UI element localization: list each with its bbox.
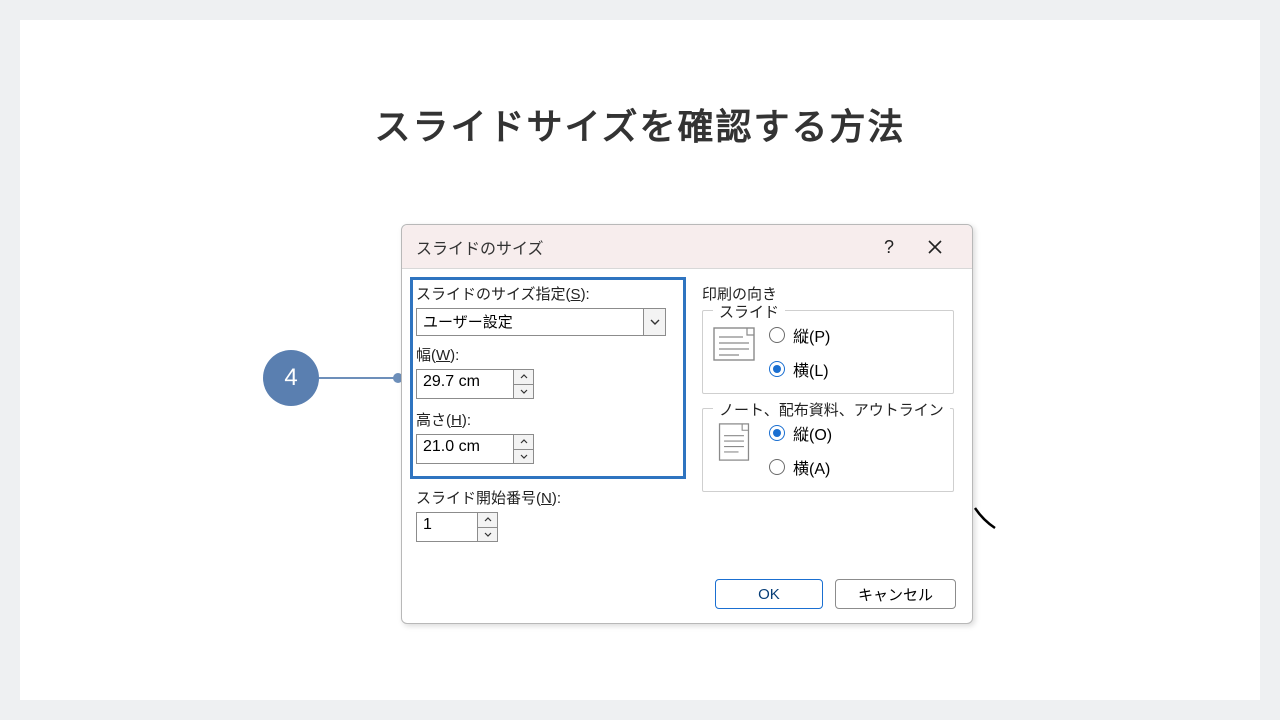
dialog-titlebar: スライドのサイズ ?	[402, 225, 972, 269]
dialog-body: スライドのサイズ指定(S): ユーザー設定 幅(W): 29.7 cm 高さ(H…	[402, 269, 972, 623]
help-button[interactable]: ?	[866, 225, 912, 269]
width-spinner[interactable]: 29.7 cm	[416, 369, 534, 399]
size-spec-value: ユーザー設定	[417, 309, 643, 335]
slide-size-dialog: スライドのサイズ ? スライドのサイズ指定(S): ユーザー設定 幅(W): 2…	[401, 224, 973, 624]
cancel-button[interactable]: キャンセル	[835, 579, 956, 609]
caret-up-icon	[520, 374, 528, 379]
radio-label: 横(L)	[793, 357, 829, 381]
start-number-up-button[interactable]	[478, 513, 497, 527]
size-column: スライドのサイズ指定(S): ユーザー設定 幅(W): 29.7 cm 高さ(H…	[416, 283, 682, 474]
caret-up-icon	[520, 439, 528, 444]
height-spinner[interactable]: 21.0 cm	[416, 434, 534, 464]
radio-label: 縦(O)	[793, 421, 832, 445]
step-badge: 4	[263, 350, 319, 406]
slides-landscape-radio[interactable]: 横(L)	[769, 357, 830, 381]
height-label: 高さ(H):	[416, 409, 682, 430]
height-up-button[interactable]	[514, 435, 533, 449]
caret-down-icon	[520, 389, 528, 394]
start-number-down-button[interactable]	[478, 527, 497, 542]
width-down-button[interactable]	[514, 384, 533, 399]
notes-portrait-radio[interactable]: 縦(O)	[769, 421, 832, 445]
radio-icon	[769, 425, 785, 441]
size-spec-label: スライドのサイズ指定(S):	[416, 283, 682, 304]
width-up-button[interactable]	[514, 370, 533, 384]
radio-icon	[769, 327, 785, 343]
dialog-button-row: OK キャンセル	[715, 579, 956, 609]
start-number-label: スライド開始番号(N):	[416, 487, 561, 508]
notes-legend: ノート、配布資料、アウトライン	[713, 399, 950, 420]
close-button[interactable]	[912, 225, 958, 269]
combo-dropdown-button[interactable]	[643, 309, 665, 335]
page-landscape-icon	[713, 327, 755, 361]
decorative-stroke	[973, 506, 997, 530]
slides-portrait-radio[interactable]: 縦(P)	[769, 323, 830, 347]
caret-down-icon	[484, 532, 492, 537]
width-value: 29.7 cm	[417, 370, 513, 398]
start-number-block: スライド開始番号(N): 1	[416, 487, 561, 552]
radio-icon	[769, 361, 785, 377]
slide-canvas: スライドサイズを確認する方法 4 スライドのサイズ ? スライドのサイズ指定(S…	[20, 20, 1260, 700]
notes-orientation-fieldset: ノート、配布資料、アウトライン	[702, 408, 954, 492]
page-title: スライドサイズを確認する方法	[20, 98, 1260, 150]
orientation-column: 印刷の向き スライド	[702, 283, 954, 506]
slides-orientation-fieldset: スライド 縦(P)	[702, 310, 954, 394]
caret-up-icon	[484, 517, 492, 522]
size-spec-combo[interactable]: ユーザー設定	[416, 308, 666, 336]
notes-landscape-radio[interactable]: 横(A)	[769, 455, 832, 479]
start-number-spinner[interactable]: 1	[416, 512, 498, 542]
dialog-title: スライドのサイズ	[416, 235, 544, 259]
caret-down-icon	[520, 454, 528, 459]
slides-legend: スライド	[713, 301, 785, 322]
page-portrait-icon	[713, 423, 755, 461]
radio-label: 縦(P)	[793, 323, 830, 347]
start-number-value: 1	[417, 513, 477, 541]
chevron-down-icon	[650, 319, 660, 325]
ok-button[interactable]: OK	[715, 579, 823, 609]
radio-label: 横(A)	[793, 455, 830, 479]
radio-icon	[769, 459, 785, 475]
width-label: 幅(W):	[416, 344, 682, 365]
height-down-button[interactable]	[514, 449, 533, 464]
height-value: 21.0 cm	[417, 435, 513, 463]
close-icon	[927, 239, 943, 255]
callout-connector	[319, 377, 401, 379]
